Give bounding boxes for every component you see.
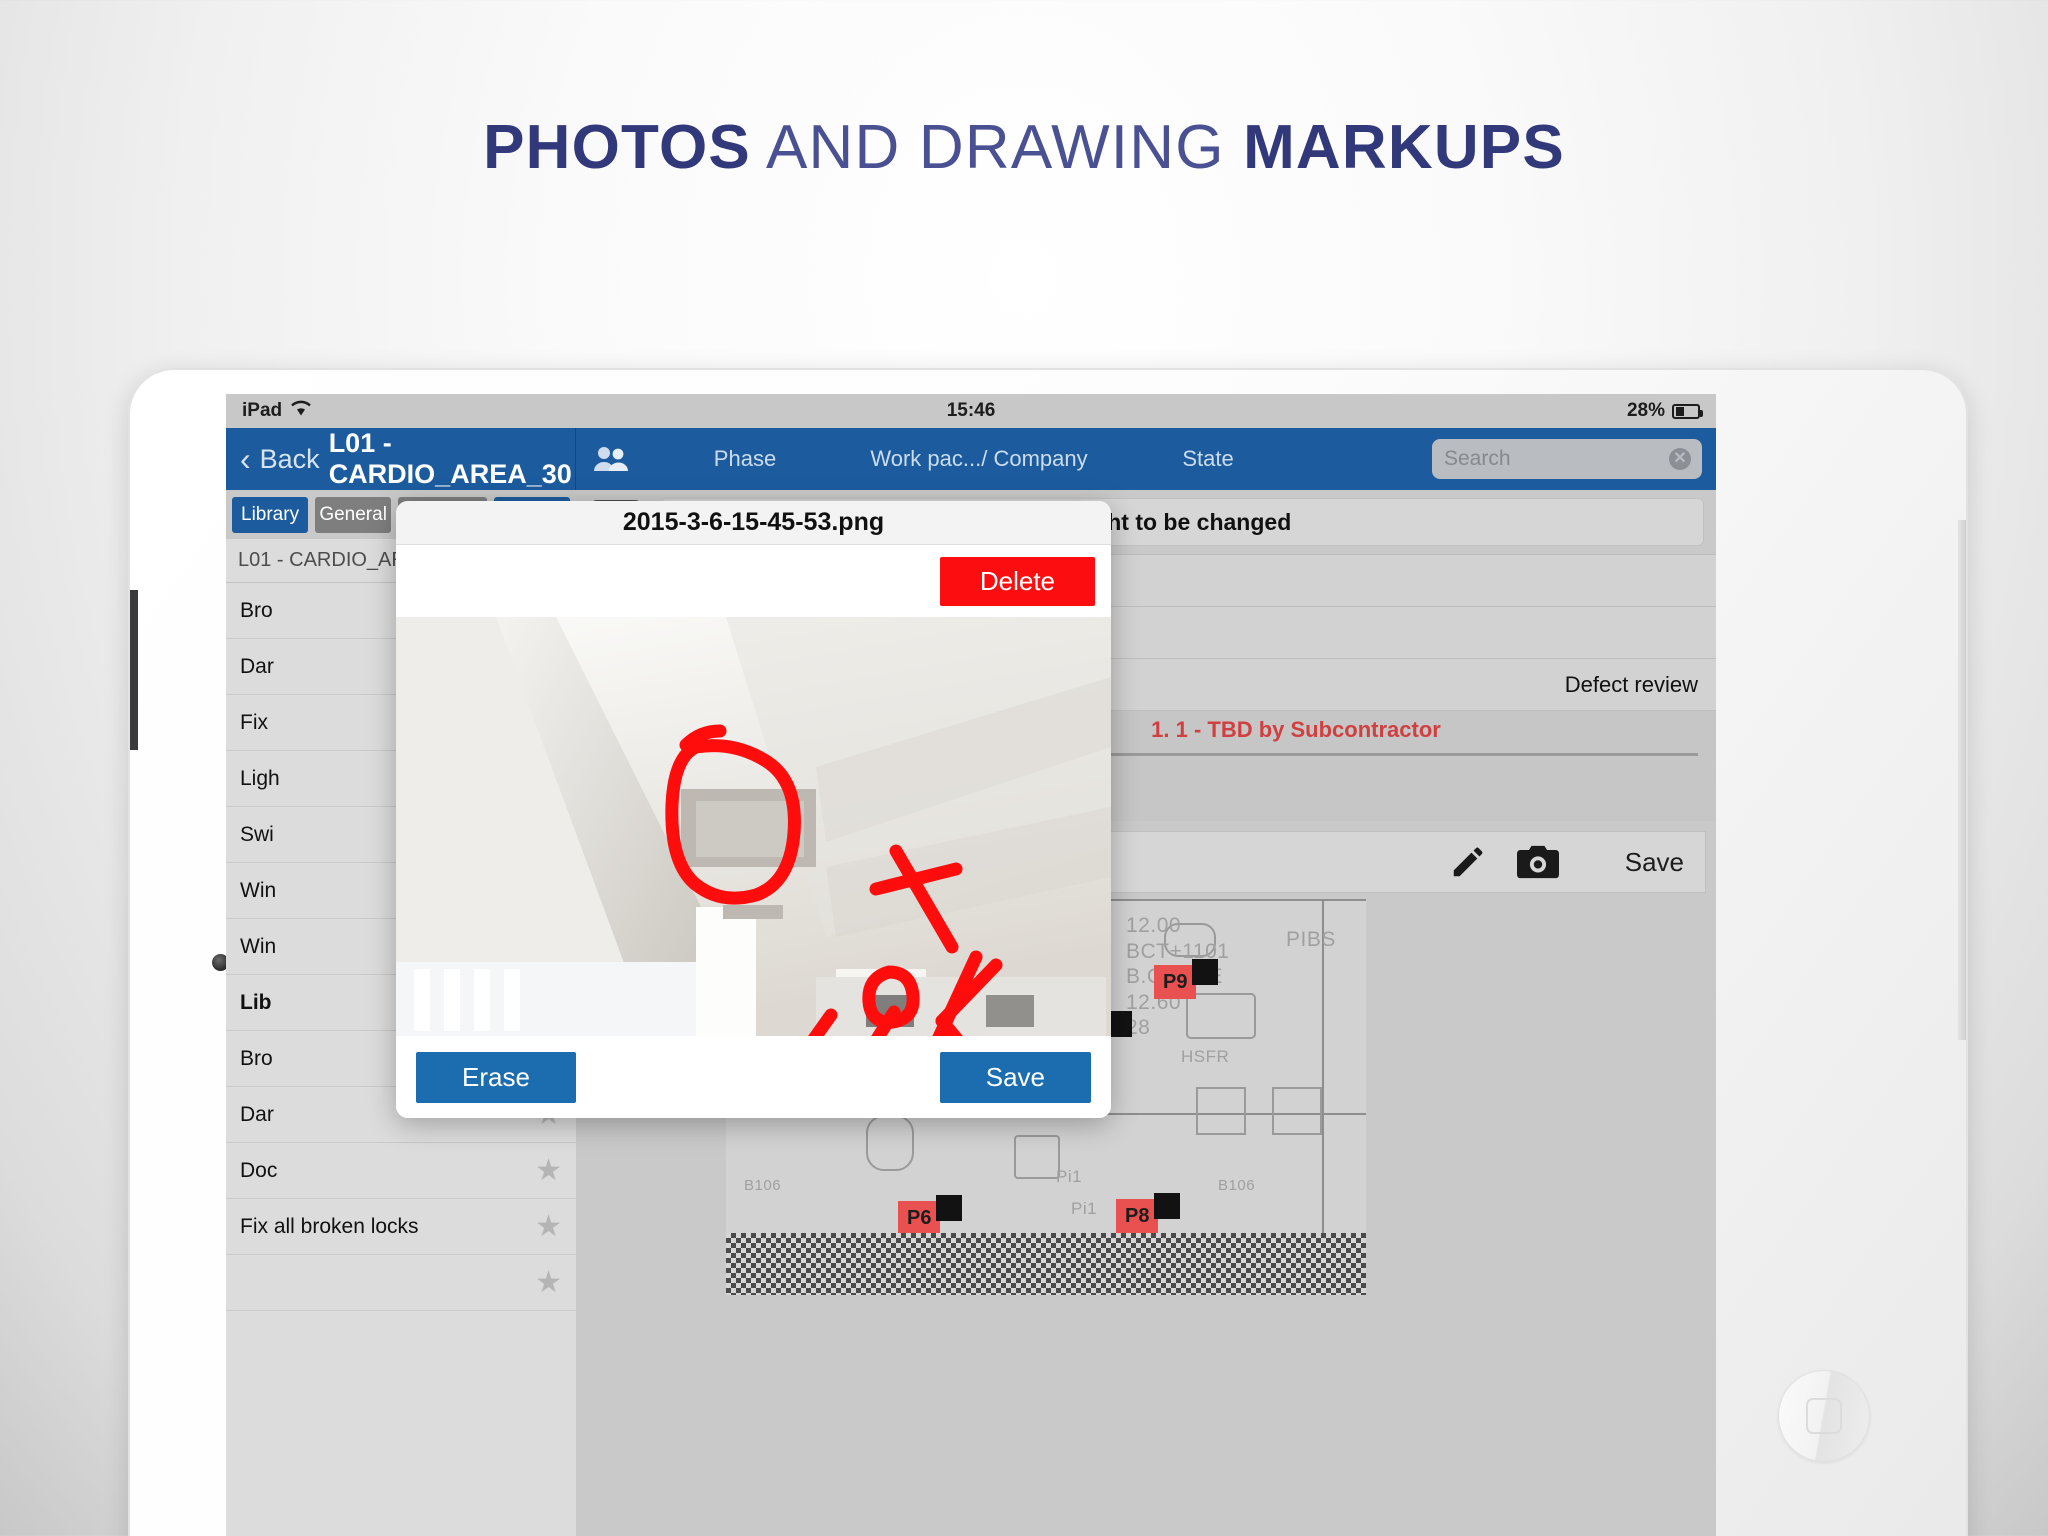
plan-furniture [1272,1087,1322,1135]
star-icon[interactable]: ★ [535,1209,562,1244]
list-item[interactable]: ★ [226,1255,576,1311]
plan-label: B106 [744,1177,782,1194]
list-item[interactable]: Doc ★ [226,1143,576,1199]
back-button[interactable]: Back [260,444,320,475]
erase-button[interactable]: Erase [416,1051,576,1103]
plan-label: Pi1 [1056,1167,1083,1186]
clear-circle-icon[interactable]: ✕ [1669,448,1691,470]
plan-pin-p9[interactable]: P9 [1154,959,1219,999]
list-item-label: Swi [240,822,274,846]
delete-button[interactable]: Delete [939,556,1095,606]
search-input[interactable]: Search ✕ [1432,439,1702,479]
ipad-screen: iPad 15:46 28% ‹ Back L01 - CARDIO_AREA_… [226,394,1716,1536]
plan-pin-p8[interactable]: P8 [1116,1193,1181,1233]
nav-column-phase[interactable]: Phase [670,446,820,472]
photo-markup-dialog: 2015-3-6-15-45-53.png Delete Erase Save [396,501,1111,1118]
plan-label: HSFR [1181,1047,1230,1066]
dialog-filename: 2015-3-6-15-45-53.png [396,501,1111,545]
save-button[interactable]: Save [939,1051,1091,1103]
dialog-footer: Erase Save [396,1036,1111,1118]
list-item-label: Fix [240,710,268,734]
plan-pin-label: P8 [1125,1204,1150,1227]
plan-furniture [866,1115,914,1171]
antenna-band-left [130,590,138,750]
wifi-icon [290,400,312,422]
plan-pin-label: P9 [1163,970,1188,993]
nav-left-section: ‹ Back L01 - CARDIO_AREA_30 [226,428,576,490]
status-right: 28% [1626,400,1703,422]
plan-label: Pi1 [1071,1199,1098,1218]
list-item[interactable]: Fix all broken locks ★ [226,1199,576,1255]
page-title-part2: AND DRAWING [750,113,1244,182]
list-item-label: Win [240,878,277,902]
search-placeholder: Search [1444,447,1511,470]
detail-value: Defect review [1564,671,1698,697]
plan-furniture [1014,1135,1060,1179]
plan-label: B106 [1218,1177,1256,1194]
photo-canvas[interactable]: Not OK [396,617,1111,1036]
status-left: iPad [242,400,312,422]
navigation-bar: ‹ Back L01 - CARDIO_AREA_30 Phase Work p… [226,428,1716,490]
home-button[interactable] [1778,1370,1870,1462]
nav-column-state[interactable]: State [1148,446,1268,472]
tab-general[interactable]: General [315,497,392,533]
plan-pin-p6[interactable]: P6 [898,1195,963,1235]
device-name-label: iPad [242,400,283,421]
list-item-label: Ligh [240,766,280,790]
status-bar: iPad 15:46 28% [226,394,1716,428]
plan-save-button[interactable]: Save [1625,847,1684,878]
page-title: PHOTOS AND DRAWING MARKUPS [0,112,2048,183]
tab-library[interactable]: Library [232,497,309,533]
photo-content [396,617,1111,1036]
list-item-label: Lib [240,990,272,1014]
antenna-band-right [1958,520,1966,1040]
page-title-part3: MARKUPS [1243,113,1565,182]
list-item-label: Bro [240,598,273,622]
page-title-part1: PHOTOS [483,113,751,182]
pencil-icon[interactable] [1449,843,1487,881]
list-item-label: Win [240,934,277,958]
people-icon[interactable] [590,444,634,474]
status-slider-label: 1. 1 - TBD by Subcontractor [1151,717,1441,742]
battery-icon [1672,403,1703,419]
star-icon[interactable]: ★ [535,1265,562,1300]
star-icon[interactable]: ★ [535,1153,562,1188]
plan-pin-label: P6 [907,1206,932,1229]
ipad-device: iPad 15:46 28% ‹ Back L01 - CARDIO_AREA_… [128,368,1968,1536]
camera-icon[interactable] [1516,845,1559,879]
nav-column-workpackage[interactable]: Work pac.../ Company [844,446,1114,472]
dialog-action-bar: Delete [396,545,1111,617]
battery-percent-label: 28% [1626,400,1665,421]
plan-furniture [1196,1087,1246,1135]
list-item-label: Fix all broken locks [240,1214,419,1238]
nav-title: L01 - CARDIO_AREA_30 [328,428,572,489]
nav-right-section: Phase Work pac.../ Company State Search … [576,428,1716,490]
chevron-left-icon[interactable]: ‹ [240,443,251,475]
list-item-label: Doc [240,1158,278,1182]
list-item-label: Dar [240,1102,274,1126]
list-item-label: Bro [240,1046,273,1070]
status-clock: 15:46 [946,400,996,421]
list-item-label: Dar [240,654,274,678]
plan-hatched-area [726,1233,1366,1295]
plan-label: PIBS [1286,928,1336,951]
